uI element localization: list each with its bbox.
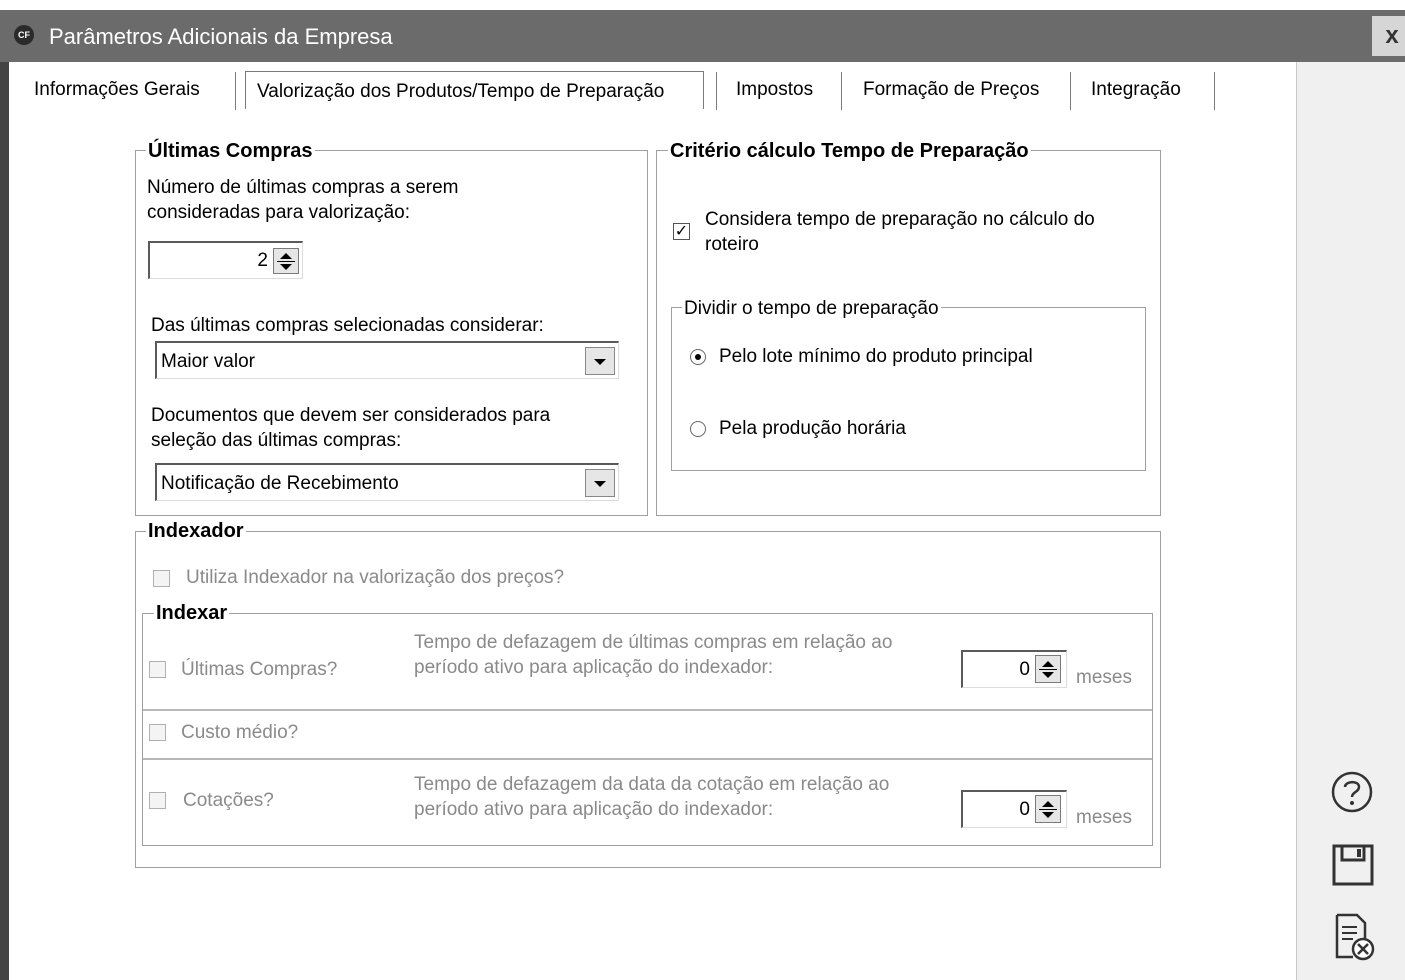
defazagem-compras-label: Tempo de defazagem de últimas compras em… (414, 632, 893, 653)
ultimas-compras-legend: Últimas Compras (146, 140, 315, 163)
documentos-label: Documentos que devem ser considerados pa… (151, 405, 551, 426)
stepper-divider (277, 261, 295, 262)
considera-tempo-label: Considera tempo de preparação no cálculo… (705, 209, 1095, 230)
custo-medio-checkbox[interactable] (149, 724, 166, 741)
stepper-buttons[interactable] (1035, 655, 1061, 683)
tab-valorizacao[interactable]: Valorização dos Produtos/Tempo de Prepar… (245, 71, 704, 109)
considerar-dropdown-button[interactable] (585, 347, 615, 375)
stepper-up-icon[interactable] (1042, 661, 1054, 667)
defazagem-cotacao-value: 0 (1019, 799, 1030, 820)
chevron-down-icon (594, 481, 606, 487)
custo-medio-label: Custo médio? (181, 722, 299, 743)
tab-impostos[interactable]: Impostos (736, 68, 813, 112)
defazagem-compras-stepper[interactable]: 0 (961, 650, 1067, 688)
chevron-down-icon (594, 359, 606, 365)
row-separator (143, 709, 1152, 711)
defazagem-cotacao-label-line2: período ativo para aplicação do indexado… (414, 799, 774, 820)
indexar-legend: Indexar (154, 602, 230, 625)
indexador-legend: Indexador (146, 520, 246, 543)
cotacoes-label: Cotações? (183, 790, 274, 811)
cancel-document-icon[interactable] (1333, 913, 1377, 961)
stepper-up-icon[interactable] (280, 253, 292, 259)
meses-label: meses (1076, 667, 1132, 688)
help-icon[interactable] (1330, 770, 1374, 814)
row-separator (143, 758, 1152, 760)
defazagem-cotacao-stepper[interactable]: 0 (961, 790, 1067, 828)
considerar-label: Das últimas compras selecionadas conside… (151, 315, 544, 336)
stepper-divider (1039, 669, 1057, 670)
numero-compras-label: Número de últimas compras a serem (147, 177, 459, 198)
cotacoes-checkbox[interactable] (149, 792, 166, 809)
close-button[interactable]: x (1372, 16, 1405, 56)
stepper-divider (1039, 809, 1057, 810)
tab-separator (1070, 72, 1071, 110)
meses-label: meses (1076, 807, 1132, 828)
defazagem-compras-value: 0 (1019, 659, 1030, 680)
tab-integracao[interactable]: Integração (1091, 68, 1181, 112)
radio-producao-horaria-label: Pela produção horária (719, 418, 906, 439)
documentos-select[interactable]: Notificação de Recebimento (155, 463, 619, 501)
utiliza-indexador-checkbox[interactable] (153, 570, 170, 587)
tab-informacoes-gerais[interactable]: Informações Gerais (34, 68, 200, 112)
tab-formacao-precos[interactable]: Formação de Preços (863, 68, 1039, 112)
tab-separator (716, 72, 717, 110)
stepper-buttons[interactable] (273, 248, 299, 274)
stepper-buttons[interactable] (1035, 795, 1061, 823)
app-icon: CF (14, 25, 34, 45)
stepper-up-icon[interactable] (1042, 801, 1054, 807)
window-left-border (0, 62, 9, 980)
considerar-value: Maior valor (161, 351, 255, 372)
considerar-select[interactable]: Maior valor (155, 341, 619, 379)
defazagem-compras-label-line2: período ativo para aplicação do indexado… (414, 657, 774, 678)
ultimas-compras-index-label: Últimas Compras? (181, 659, 338, 680)
ultimas-compras-checkbox[interactable] (149, 661, 166, 678)
radio-lote-minimo[interactable] (690, 349, 706, 365)
tab-separator (1214, 72, 1215, 110)
documentos-dropdown-button[interactable] (585, 469, 615, 497)
considera-tempo-label-line2: roteiro (705, 234, 759, 255)
numero-compras-label-line2: consideradas para valorização: (147, 202, 410, 223)
window-title: Parâmetros Adicionais da Empresa (49, 24, 393, 49)
stepper-down-icon[interactable] (280, 264, 292, 270)
radio-producao-horaria[interactable] (690, 421, 706, 437)
radio-lote-minimo-label: Pelo lote mínimo do produto principal (719, 346, 1033, 367)
documentos-value: Notificação de Recebimento (161, 473, 399, 494)
documentos-label-line2: seleção das últimas compras: (151, 430, 402, 451)
criterio-legend: Critério cálculo Tempo de Preparação (668, 140, 1031, 163)
considera-tempo-checkbox[interactable]: ✓ (673, 223, 690, 240)
save-icon[interactable] (1331, 843, 1375, 887)
stepper-down-icon[interactable] (1042, 672, 1054, 678)
defazagem-cotacao-label: Tempo de defazagem da data da cotação em… (414, 774, 890, 795)
dividir-legend: Dividir o tempo de preparação (682, 298, 941, 320)
numero-compras-value: 2 (257, 250, 268, 271)
tab-separator (235, 72, 236, 110)
stepper-down-icon[interactable] (1042, 812, 1054, 818)
tab-separator (841, 72, 842, 110)
utiliza-indexador-label: Utiliza Indexador na valorização dos pre… (186, 567, 565, 588)
numero-compras-stepper[interactable]: 2 (148, 241, 303, 279)
dividir-group (671, 307, 1146, 471)
